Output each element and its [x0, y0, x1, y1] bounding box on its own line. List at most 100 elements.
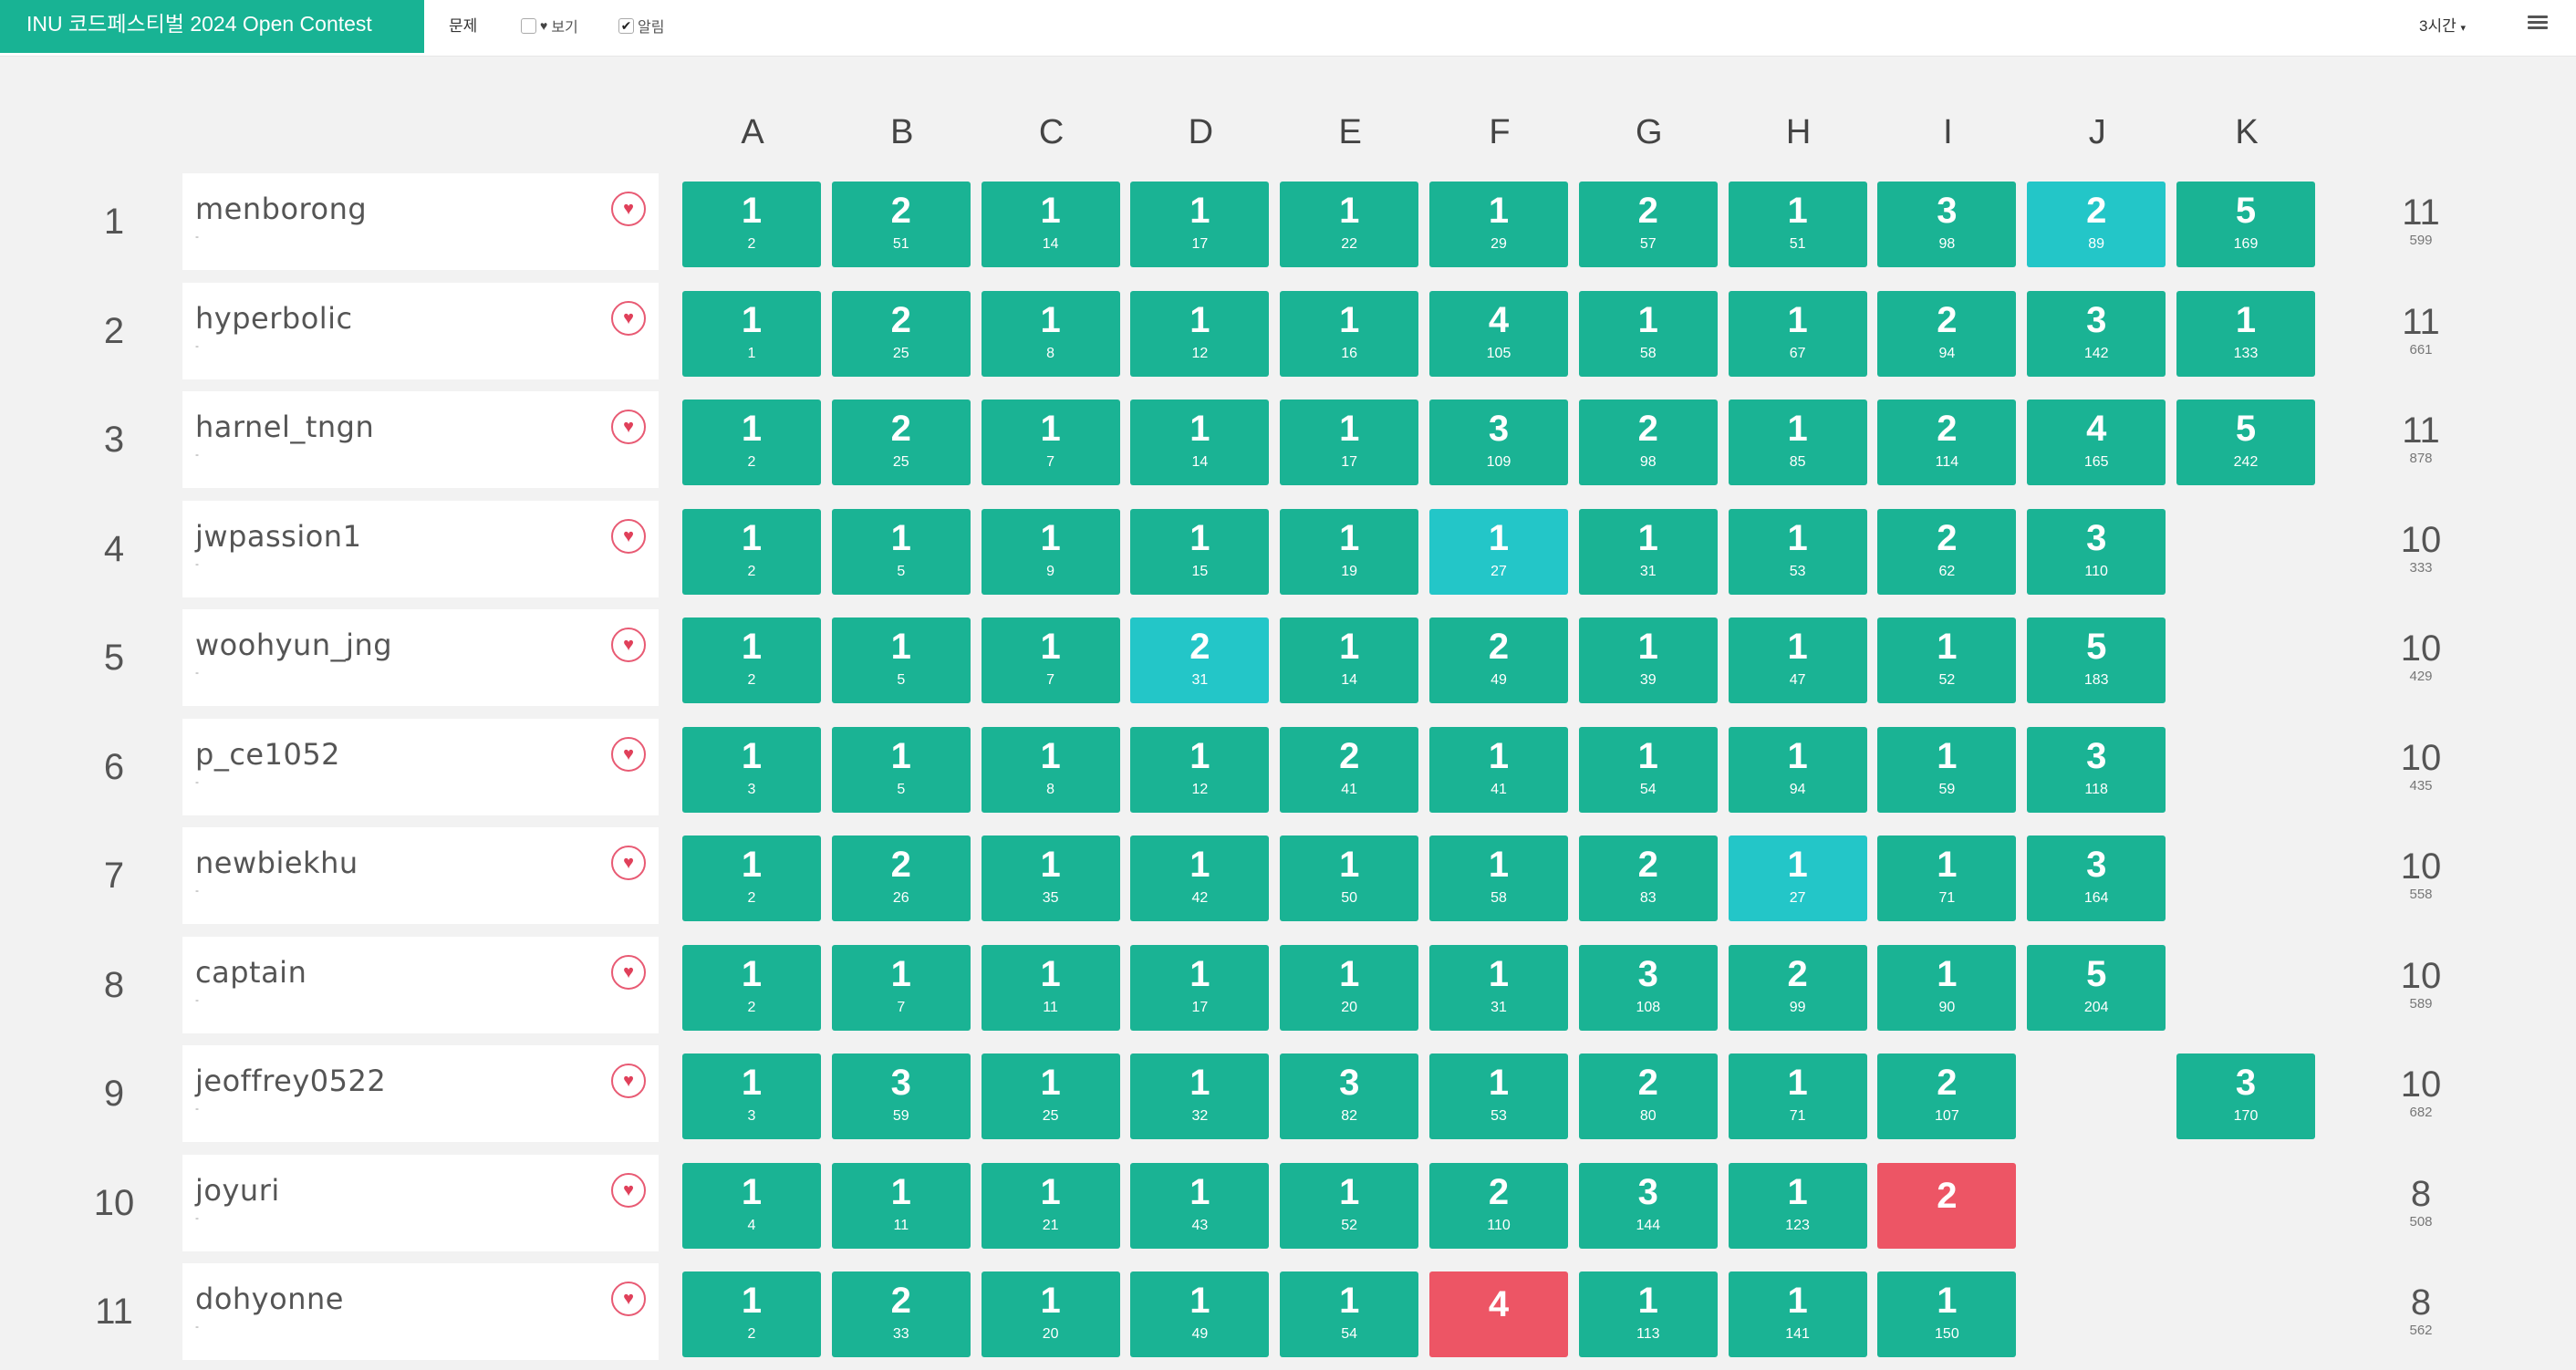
result-cell-e[interactable]: 1 20	[1280, 944, 1419, 1031]
result-cell-d[interactable]: 1 17	[1130, 944, 1270, 1031]
result-cell-h[interactable]: 1 67	[1728, 290, 1867, 377]
result-cell-h[interactable]: 1 85	[1728, 400, 1867, 485]
favorite-heart-icon[interactable]: ♥	[611, 846, 646, 880]
result-cell-g[interactable]: 2 98	[1578, 400, 1718, 485]
result-cell-i[interactable]: 2 107	[1877, 1053, 2017, 1139]
result-cell-f[interactable]: 3 109	[1429, 400, 1568, 485]
result-cell-b[interactable]: 1 11	[831, 1162, 971, 1249]
problem-header-j[interactable]: J	[2027, 113, 2167, 152]
team-card[interactable]: joyuri - ♥	[182, 1154, 659, 1251]
result-cell-e[interactable]: 2 41	[1280, 726, 1419, 813]
result-cell-d[interactable]: 1 42	[1130, 835, 1270, 921]
favorite-view-toggle[interactable]: ♥ 보기	[521, 15, 578, 36]
result-cell-g[interactable]: 1 54	[1578, 726, 1718, 813]
team-card[interactable]: dohyonne - ♥	[182, 1263, 659, 1360]
result-cell-a[interactable]: 12	[682, 944, 821, 1031]
favorite-heart-icon[interactable]: ♥	[611, 518, 646, 554]
result-cell-g[interactable]: 1 58	[1578, 290, 1718, 377]
result-cell-i[interactable]: 1 52	[1877, 618, 2017, 703]
favorite-heart-icon[interactable]: ♥	[611, 410, 646, 444]
result-cell-g[interactable]: 2 83	[1578, 835, 1718, 921]
result-cell-c[interactable]: 1 25	[981, 1053, 1120, 1139]
result-cell-b[interactable]: 15	[831, 618, 971, 703]
result-cell-c[interactable]: 17	[981, 618, 1120, 703]
contest-title-link[interactable]: INU 코드페스티벌 2024 Open Contest	[0, 0, 424, 53]
team-card[interactable]: woohyun_jng - ♥	[182, 609, 659, 706]
result-cell-g[interactable]: 1 31	[1578, 508, 1718, 595]
result-cell-j[interactable]: 2 89	[2027, 182, 2166, 267]
favorite-heart-icon[interactable]: ♥	[611, 736, 646, 772]
result-cell-c[interactable]: 18	[981, 290, 1120, 377]
result-cell-f[interactable]: 1 58	[1429, 835, 1568, 921]
team-card[interactable]: menborong - ♥	[182, 173, 659, 270]
result-cell-f[interactable]: 1 27	[1429, 508, 1568, 595]
favorite-heart-icon[interactable]: ♥	[611, 954, 646, 990]
result-cell-i[interactable]: 1 90	[1877, 944, 2017, 1031]
result-cell-a[interactable]: 12	[682, 835, 821, 921]
result-cell-g[interactable]: 2 57	[1578, 182, 1718, 267]
team-card[interactable]: harnel_tngn - ♥	[182, 391, 659, 488]
result-cell-k[interactable]: 1 133	[2176, 290, 2315, 377]
result-cell-c[interactable]: 1 21	[981, 1162, 1120, 1249]
result-cell-f[interactable]: 1 29	[1429, 182, 1568, 267]
result-cell-b[interactable]: 15	[831, 508, 971, 595]
result-cell-a[interactable]: 12	[682, 400, 821, 485]
result-cell-a[interactable]: 13	[682, 726, 821, 813]
result-cell-f[interactable]: 4	[1429, 1271, 1568, 1357]
favorite-heart-icon[interactable]: ♥	[611, 1064, 646, 1098]
result-cell-e[interactable]: 3 82	[1280, 1053, 1419, 1139]
result-cell-b[interactable]: 2 51	[831, 182, 971, 267]
result-cell-h[interactable]: 1 123	[1728, 1162, 1867, 1249]
result-cell-j[interactable]: 3 118	[2027, 726, 2166, 813]
result-cell-b[interactable]: 3 59	[831, 1053, 971, 1139]
result-cell-i[interactable]: 2 114	[1877, 400, 2017, 485]
problem-header-h[interactable]: H	[1729, 113, 1869, 152]
favorite-heart-icon[interactable]: ♥	[611, 1282, 646, 1316]
result-cell-d[interactable]: 1 17	[1130, 182, 1270, 267]
result-cell-d[interactable]: 1 49	[1130, 1271, 1270, 1357]
result-cell-c[interactable]: 19	[981, 508, 1120, 595]
time-dropdown[interactable]: 3시간 ▾	[2419, 13, 2466, 36]
result-cell-a[interactable]: 11	[682, 290, 821, 377]
result-cell-d[interactable]: 1 12	[1130, 290, 1270, 377]
favorite-view-checkbox[interactable]	[521, 17, 536, 34]
result-cell-a[interactable]: 12	[682, 1271, 821, 1357]
problem-header-e[interactable]: E	[1280, 113, 1420, 152]
result-cell-g[interactable]: 1 39	[1578, 618, 1718, 703]
problem-header-f[interactable]: F	[1429, 113, 1570, 152]
result-cell-i[interactable]: 2 62	[1877, 508, 2017, 595]
result-cell-d[interactable]: 2 31	[1130, 618, 1270, 703]
result-cell-b[interactable]: 17	[831, 944, 971, 1031]
team-card[interactable]: captain - ♥	[182, 936, 659, 1033]
result-cell-g[interactable]: 3 144	[1578, 1162, 1718, 1249]
problem-header-k[interactable]: K	[2176, 113, 2317, 152]
result-cell-c[interactable]: 1 35	[981, 835, 1120, 921]
result-cell-i[interactable]: 3 98	[1877, 182, 2017, 267]
result-cell-j[interactable]: 4 165	[2027, 400, 2166, 485]
result-cell-j[interactable]: 3 142	[2027, 290, 2166, 377]
problem-header-b[interactable]: B	[832, 113, 972, 152]
result-cell-e[interactable]: 1 16	[1280, 290, 1419, 377]
result-cell-e[interactable]: 1 17	[1280, 400, 1419, 485]
result-cell-b[interactable]: 2 25	[831, 290, 971, 377]
result-cell-c[interactable]: 1 14	[981, 182, 1120, 267]
list-menu-icon[interactable]	[2528, 16, 2548, 32]
result-cell-h[interactable]: 1 53	[1728, 508, 1867, 595]
problem-header-d[interactable]: D	[1130, 113, 1271, 152]
result-cell-h[interactable]: 2 99	[1728, 944, 1867, 1031]
result-cell-i[interactable]: 1 150	[1877, 1271, 2017, 1357]
result-cell-b[interactable]: 2 33	[831, 1271, 971, 1357]
result-cell-h[interactable]: 1 71	[1728, 1053, 1867, 1139]
problem-header-g[interactable]: G	[1579, 113, 1719, 152]
result-cell-k[interactable]: 5 242	[2176, 400, 2315, 485]
result-cell-h[interactable]: 1 94	[1728, 726, 1867, 813]
result-cell-f[interactable]: 2 49	[1429, 618, 1568, 703]
result-cell-f[interactable]: 4 105	[1429, 290, 1568, 377]
favorite-heart-icon[interactable]: ♥	[611, 628, 646, 662]
result-cell-a[interactable]: 12	[682, 508, 821, 595]
result-cell-i[interactable]: 1 59	[1877, 726, 2017, 813]
result-cell-f[interactable]: 1 41	[1429, 726, 1568, 813]
team-card[interactable]: jwpassion1 - ♥	[182, 500, 659, 597]
result-cell-h[interactable]: 1 141	[1728, 1271, 1867, 1357]
result-cell-e[interactable]: 1 14	[1280, 618, 1419, 703]
